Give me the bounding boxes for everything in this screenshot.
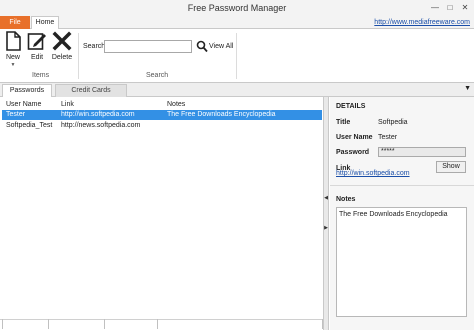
details-link[interactable]: http://win.softpedia.com <box>336 170 410 177</box>
new-document-icon <box>6 31 21 51</box>
user-name-label: User Name <box>336 134 373 141</box>
view-all-button[interactable]: View All <box>209 43 233 50</box>
delete-button[interactable]: Delete <box>51 31 73 61</box>
column-header-link[interactable]: Link <box>61 101 74 108</box>
maximize-icon[interactable]: □ <box>443 3 457 13</box>
column-divider <box>48 319 49 329</box>
ribbon: New ▼ Edit Delete Items Search View All … <box>0 29 474 83</box>
search-icon[interactable] <box>196 40 208 53</box>
expand-arrow-icon[interactable]: ▶ <box>324 225 328 231</box>
search-label: Search <box>83 43 106 50</box>
column-divider <box>2 319 3 329</box>
collapse-arrow-icon[interactable]: ◀ <box>324 195 328 201</box>
edit-button-label: Edit <box>30 54 44 61</box>
table-row[interactable]: Tester http://win.softpedia.com The Free… <box>2 110 322 120</box>
column-divider <box>157 319 158 329</box>
cell-link: http://win.softpedia.com <box>61 111 135 118</box>
cell-user-name: Softpedia_Test <box>6 122 53 129</box>
website-link[interactable]: http://www.mediafreeware.com <box>374 19 470 26</box>
tab-home[interactable]: Home <box>31 16 59 30</box>
group-divider <box>78 33 79 79</box>
title-label: Title <box>336 119 351 126</box>
delete-x-icon <box>52 31 72 51</box>
search-group-label: Search <box>146 72 169 79</box>
search-input[interactable] <box>104 40 192 53</box>
passwords-table: User Name Link Notes Tester http://win.s… <box>0 97 324 330</box>
password-field[interactable]: ***** <box>378 147 466 157</box>
items-group-label: Items <box>32 72 50 79</box>
details-heading: DETAILS <box>336 103 366 110</box>
notes-label: Notes <box>336 196 356 203</box>
ribbon-tab-row: File Home http://www.mediafreeware.com <box>0 16 474 30</box>
column-divider <box>104 319 105 329</box>
delete-button-label: Delete <box>51 54 73 61</box>
cell-link: http://news.softpedia.com <box>61 122 141 129</box>
tab-file[interactable]: File <box>0 16 30 29</box>
tab-credit-cards[interactable]: Credit Cards <box>55 84 127 97</box>
details-panel: DETAILS Title Softpedia User Name Tester… <box>330 97 474 330</box>
table-header: User Name Link Notes <box>0 99 324 108</box>
content-tab-row: Passwords Credit Cards ▼ <box>0 83 474 98</box>
minimize-icon[interactable]: — <box>428 3 442 13</box>
cell-notes: The Free Downloads Encyclopedia <box>167 111 276 118</box>
new-button-label: New <box>5 54 20 61</box>
panel-dropdown-icon[interactable]: ▼ <box>464 85 471 92</box>
edit-icon <box>27 33 46 50</box>
cell-user-name: Tester <box>6 111 26 118</box>
show-password-button[interactable]: Show <box>436 161 466 173</box>
new-button[interactable]: New ▼ <box>2 31 24 68</box>
password-label: Password <box>336 149 370 156</box>
title-bar: Free Password Manager — □ ✕ <box>0 0 474 16</box>
close-icon[interactable]: ✕ <box>458 3 472 13</box>
chevron-down-icon[interactable]: ▼ <box>2 62 24 68</box>
user-name-value: Tester <box>378 134 398 141</box>
tab-passwords[interactable]: Passwords <box>2 84 52 98</box>
table-row[interactable]: Softpedia_Test http://news.softpedia.com <box>2 121 322 131</box>
details-divider <box>330 185 474 186</box>
title-value: Softpedia <box>378 119 408 126</box>
notes-textarea[interactable]: The Free Downloads Encyclopedia <box>336 207 467 317</box>
column-header-user-name[interactable]: User Name <box>6 101 41 108</box>
panel-splitter[interactable]: ◀ ▶ <box>323 97 329 330</box>
edit-button[interactable]: Edit <box>26 31 48 61</box>
group-divider <box>236 33 237 79</box>
column-header-notes[interactable]: Notes <box>167 101 185 108</box>
window-title: Free Password Manager <box>187 3 287 13</box>
